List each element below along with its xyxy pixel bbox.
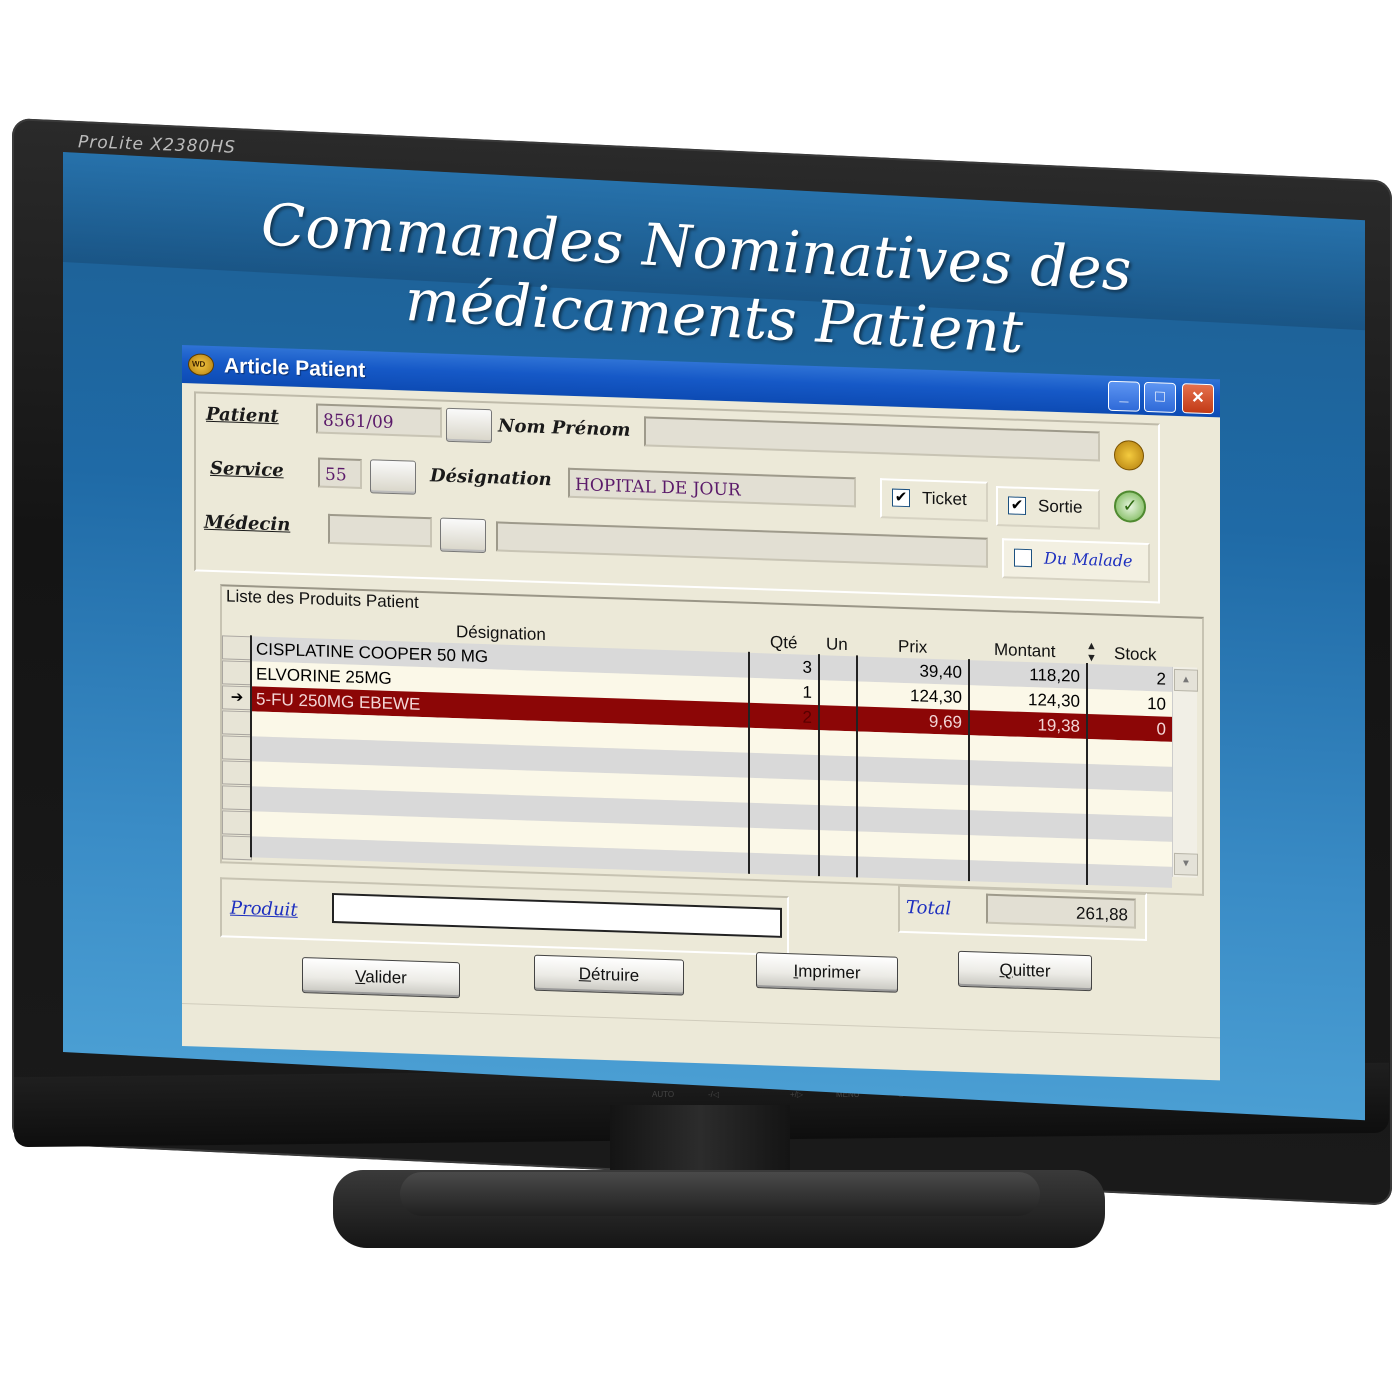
produit-panel: Produit [220, 877, 789, 957]
row-header[interactable] [222, 835, 252, 861]
column-divider [856, 655, 858, 878]
article-patient-window: WD Article Patient _ □ ✕ Patient 8561/09… [182, 345, 1220, 1081]
designation-label: Désignation [430, 465, 552, 491]
cell-un [820, 705, 856, 731]
money-icon[interactable] [1114, 439, 1144, 471]
column-divider [818, 654, 820, 877]
column-divider [1086, 662, 1088, 886]
scroll-down-icon[interactable]: ▼ [1174, 852, 1198, 876]
ticket-checkbox-group[interactable]: ✔ Ticket [880, 478, 988, 522]
cell-montant: 19,38 [1037, 715, 1080, 736]
monitor-control-plus[interactable]: +/▷ [790, 1090, 803, 1099]
window-body: Patient 8561/09 Nom Prénom Service 55 Dé… [182, 383, 1220, 1081]
column-header-prix[interactable]: Prix [898, 637, 927, 658]
column-header-qte[interactable]: Qté [770, 633, 797, 654]
cell-stock: 10 [1147, 694, 1166, 714]
sortie-checkbox[interactable]: ✔ [1008, 496, 1026, 515]
total-label: Total [906, 897, 952, 920]
service-field[interactable]: 55 [318, 457, 362, 489]
patient-info-panel: Patient 8561/09 Nom Prénom Service 55 Dé… [194, 391, 1160, 604]
service-lookup-button[interactable] [370, 459, 416, 495]
patient-lookup-button[interactable] [446, 407, 492, 444]
column-header-stock[interactable]: Stock [1114, 644, 1157, 665]
window-title: Article Patient [224, 354, 366, 383]
monitor-control-minus[interactable]: -/◁ [708, 1090, 719, 1099]
row-header[interactable] [222, 810, 252, 836]
sortie-label: Sortie [1038, 496, 1083, 517]
medecin-lookup-button[interactable] [440, 517, 486, 554]
cell-prix: 39,40 [919, 661, 962, 682]
quitter-accel: Q [999, 960, 1013, 980]
produit-input[interactable] [332, 892, 782, 938]
app-icon: WD [188, 353, 214, 377]
quitter-button[interactable]: Quitter [958, 950, 1092, 992]
minimize-button[interactable]: _ [1108, 380, 1140, 412]
row-header[interactable] [222, 710, 252, 736]
row-header[interactable] [222, 735, 252, 761]
monitor-stand-base-top [400, 1172, 1040, 1216]
ticket-label: Ticket [922, 488, 967, 510]
du-malade-checkbox-group[interactable]: Du Malade [1002, 538, 1150, 584]
column-divider [748, 651, 750, 874]
cell-qte: 2 [802, 707, 812, 727]
patient-label: Patient [206, 403, 279, 428]
column-header-designation[interactable]: Désignation [456, 622, 546, 645]
column-divider [250, 635, 252, 858]
cell-qte: 3 [802, 657, 812, 677]
cell-un [820, 680, 856, 706]
imprimer-button[interactable]: Imprimer [756, 952, 898, 993]
medecin-code-field[interactable] [328, 513, 432, 548]
cell-stock: 0 [1156, 719, 1166, 739]
table-vertical-scrollbar[interactable]: ▲ ▼ [1172, 666, 1198, 878]
column-header-montant[interactable]: Montant [994, 640, 1055, 662]
nom-prenom-field[interactable] [644, 416, 1100, 462]
total-value: 261,88 [986, 893, 1136, 929]
detruire-label: étruire [591, 964, 640, 986]
cell-stock: 2 [1156, 669, 1166, 689]
column-header-un[interactable]: Un [826, 634, 848, 655]
sortie-checkbox-group[interactable]: ✔ Sortie [996, 486, 1100, 530]
service-label: Service [210, 457, 284, 482]
row-header-selected[interactable]: ➔ [222, 685, 252, 711]
produit-label: Produit [230, 897, 298, 921]
medecin-label: Médecin [204, 511, 291, 536]
du-malade-label: Du Malade [1044, 548, 1133, 571]
cell-qte: 1 [802, 682, 812, 702]
monitor-control-auto[interactable]: AUTO [652, 1090, 674, 1099]
cell-montant: 124,30 [1028, 690, 1080, 711]
valider-label: alider [365, 967, 407, 988]
detruire-button[interactable]: Détruire [534, 954, 684, 996]
du-malade-checkbox[interactable] [1014, 548, 1032, 568]
row-header[interactable] [222, 635, 252, 661]
cell-prix: 124,30 [910, 686, 962, 707]
validate-check-icon[interactable]: ✓ [1114, 489, 1146, 523]
column-divider [968, 659, 970, 882]
row-header[interactable] [222, 660, 252, 686]
nom-prenom-label: Nom Prénom [498, 415, 631, 441]
quitter-label: uitter [1012, 960, 1051, 981]
table-caption: Liste des Produits Patient [226, 586, 419, 612]
products-table: Liste des Produits Patient Désignation Q… [220, 584, 1204, 896]
designation-field[interactable]: HOPITAL DE JOUR [568, 467, 856, 508]
cell-prix: 9,69 [928, 711, 962, 732]
close-button[interactable]: ✕ [1182, 383, 1214, 415]
sort-arrows-icon[interactable]: ▲ ▼ [1086, 640, 1097, 664]
row-header[interactable] [222, 760, 252, 786]
cell-un [820, 655, 856, 681]
row-header[interactable] [222, 785, 252, 811]
maximize-button[interactable]: □ [1144, 381, 1176, 413]
valider-accel: V [355, 966, 366, 987]
scroll-up-icon[interactable]: ▲ [1174, 668, 1198, 692]
cell-montant: 118,20 [1029, 665, 1080, 686]
ticket-checkbox[interactable]: ✔ [892, 488, 910, 508]
patient-field[interactable]: 8561/09 [316, 403, 442, 438]
medecin-name-field[interactable] [496, 521, 988, 568]
valider-button[interactable]: Valider [302, 956, 460, 999]
total-panel: Total 261,88 [898, 884, 1147, 942]
imprimer-label: mprimer [798, 961, 861, 983]
detruire-accel: D [578, 964, 592, 984]
